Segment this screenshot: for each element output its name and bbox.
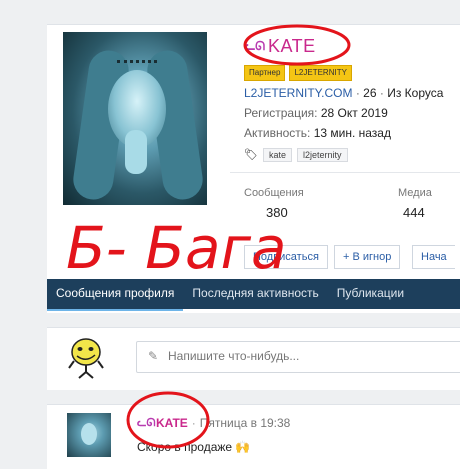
- post-text: Скоро в продаже 🙌: [137, 440, 251, 454]
- tag-kate[interactable]: kate: [263, 148, 293, 162]
- activity-value: 13 мин. назад: [313, 126, 391, 140]
- site-line: L2JETERNITY.COM · 26 · Из Коруса: [244, 86, 443, 100]
- post-separator: ·: [191, 416, 196, 430]
- start-conversation-button[interactable]: Нача: [412, 245, 455, 269]
- user-badges: Партнер L2JETERNITY: [244, 65, 352, 81]
- post-cat-icon: ᓚᘏ: [137, 417, 156, 429]
- stats-divider: [230, 172, 460, 173]
- profile-tabs: Сообщения профиля Последняя активность П…: [47, 279, 460, 311]
- post-avatar-face: [81, 423, 97, 445]
- tag-l2jeternity[interactable]: l2jeternity: [297, 148, 348, 162]
- badge-l2jeternity: L2JETERNITY: [289, 65, 352, 81]
- registration-value: 28 Окт 2019: [320, 106, 388, 120]
- post-author[interactable]: KATE: [156, 416, 188, 430]
- tag-list: 🏷 kate l2jeternity: [244, 148, 348, 162]
- registration-label: Регистрация:: [244, 106, 318, 120]
- cat-icon: ᓚᘏ: [244, 39, 266, 53]
- messages-count[interactable]: 380: [266, 205, 288, 220]
- badge-partner: Партнер: [244, 65, 286, 81]
- registration-line: Регистрация: 28 Окт 2019: [244, 106, 388, 120]
- avatar-crown: [117, 46, 157, 63]
- post-author-avatar[interactable]: [67, 413, 111, 457]
- messages-label: Сообщения: [244, 187, 304, 199]
- site-separator: ·: [355, 86, 360, 100]
- user-location: Из Коруса: [387, 86, 444, 100]
- tab-recent-activity[interactable]: Последняя активность: [183, 279, 327, 309]
- ignore-button[interactable]: + В игнор: [334, 245, 401, 269]
- post-header: ᓚᘏ KATE · Пятница в 19:38: [137, 416, 290, 430]
- site-link[interactable]: L2JETERNITY.COM: [244, 86, 352, 100]
- activity-label: Активность:: [244, 126, 311, 140]
- follow-button[interactable]: Подписаться: [244, 245, 328, 269]
- tab-profile-posts[interactable]: Сообщения профиля: [47, 279, 184, 311]
- avatar-hand: [125, 130, 147, 174]
- age-separator: ·: [379, 86, 384, 100]
- profile-avatar[interactable]: [63, 32, 207, 205]
- media-count[interactable]: 444: [403, 205, 425, 220]
- username-row: ᓚᘏ KATE: [244, 36, 316, 56]
- tag-icon: 🏷: [244, 148, 258, 161]
- status-placeholder: Напишите что-нибудь...: [168, 349, 300, 363]
- viewer-avatar: [68, 338, 104, 379]
- tab-publications[interactable]: Публикации: [328, 279, 413, 309]
- user-age: 26: [363, 86, 377, 100]
- post-time[interactable]: Пятница в 19:38: [200, 416, 291, 430]
- media-label: Медиа: [398, 187, 432, 199]
- pencil-icon: ✎: [148, 349, 159, 363]
- profile-username[interactable]: KATE: [268, 36, 316, 57]
- activity-line: Активность: 13 мин. назад: [244, 126, 391, 140]
